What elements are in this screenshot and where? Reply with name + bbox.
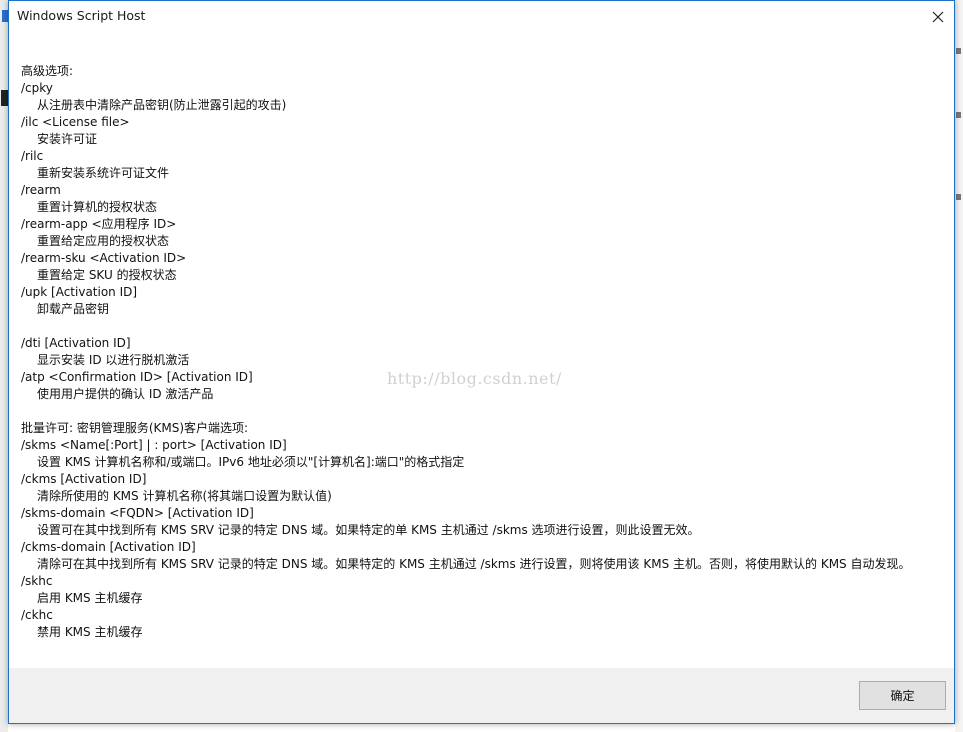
option-line: /rilc <box>21 149 44 163</box>
option-description: 清除可在其中找到所有 KMS SRV 记录的特定 DNS 域。如果特定的 KMS… <box>37 557 911 571</box>
option-description: 使用用户提供的确认 ID 激活产品 <box>37 387 214 401</box>
background-scroll-mark <box>956 194 961 200</box>
close-button[interactable] <box>922 1 954 32</box>
option-line: /skhc <box>21 574 53 588</box>
option-description: 禁用 KMS 主机缓存 <box>37 625 143 639</box>
option-line: /ckms-domain [Activation ID] <box>21 540 196 554</box>
message-dialog: Windows Script Host 高级选项: /cpky 从注册表中清除产品密… <box>8 0 955 724</box>
option-description: 设置 KMS 计算机名称和/或端口。IPv6 地址必须以"[计算机名]:端口"的… <box>37 455 465 469</box>
background-dark-block <box>1 90 8 106</box>
option-line: /atp <Confirmation ID> [Activation ID] <box>21 370 253 384</box>
option-description: 重置计算机的授权状态 <box>37 200 158 214</box>
option-description: 重置给定应用的授权状态 <box>37 234 170 248</box>
dialog-footer: 确定 <box>9 668 954 723</box>
option-description: 清除所使用的 KMS 计算机名称(将其端口设置为默认值) <box>37 489 332 503</box>
option-line: 批量许可: 密钥管理服务(KMS)客户端选项: <box>21 421 249 435</box>
option-description: 卸载产品密钥 <box>37 302 110 316</box>
option-line: /dti [Activation ID] <box>21 336 131 350</box>
ok-button[interactable]: 确定 <box>859 681 946 710</box>
option-description: 从注册表中清除产品密钥(防止泄露引起的攻击) <box>37 98 287 112</box>
background-scroll-mark <box>956 48 961 54</box>
background-window-right-edge <box>955 0 963 732</box>
option-line: /ckhc <box>21 608 53 622</box>
option-description: 重新安装系统许可证文件 <box>37 166 170 180</box>
background-window-left-edge <box>0 0 8 732</box>
option-description: 启用 KMS 主机缓存 <box>37 591 143 605</box>
option-line: /skms <Name[:Port] | : port> [Activation… <box>21 438 287 452</box>
dialog-titlebar[interactable]: Windows Script Host <box>9 1 954 32</box>
dialog-title: Windows Script Host <box>17 8 146 23</box>
option-description: 安装许可证 <box>37 132 98 146</box>
background-scroll-mark <box>956 112 961 118</box>
option-line: /rearm <box>21 183 61 197</box>
option-line: /upk [Activation ID] <box>21 285 138 299</box>
option-description: 设置可在其中找到所有 KMS SRV 记录的特定 DNS 域。如果特定的单 KM… <box>37 523 700 537</box>
option-line: /skms-domain <FQDN> [Activation ID] <box>21 506 254 520</box>
option-line: /ckms [Activation ID] <box>21 472 147 486</box>
option-line: /ilc <License file> <box>21 115 130 129</box>
option-description: 显示安装 ID 以进行脱机激活 <box>37 353 190 367</box>
close-icon <box>932 11 944 22</box>
option-line: 高级选项: <box>21 64 74 78</box>
option-line: /rearm-app <应用程序 ID> <box>21 217 177 231</box>
option-line: /cpky <box>21 81 53 95</box>
message-text: 高级选项: /cpky 从注册表中清除产品密钥(防止泄露引起的攻击) /ilc <Li… <box>21 63 941 641</box>
option-description: 重置给定 SKU 的授权状态 <box>37 268 177 282</box>
option-line: /rearm-sku <Activation ID> <box>21 251 187 265</box>
